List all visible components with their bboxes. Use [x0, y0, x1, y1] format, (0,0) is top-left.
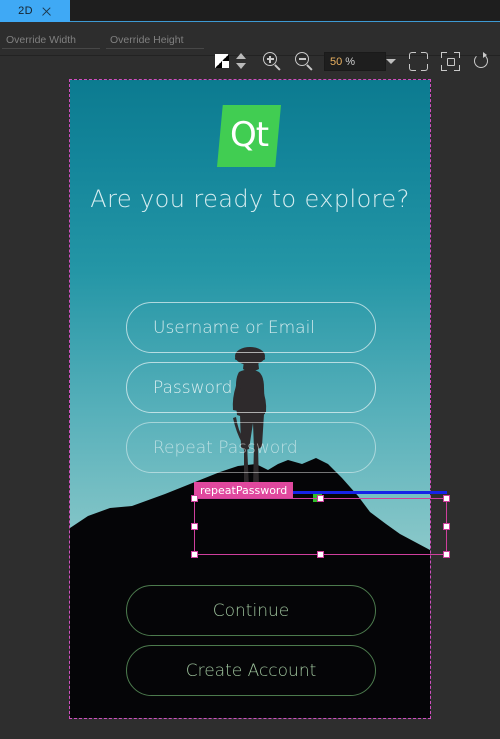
zoom-in-icon[interactable] — [263, 52, 282, 71]
qt-logo-text: Qt — [229, 114, 269, 155]
repeat-password-placeholder: Repeat Password — [153, 437, 298, 458]
chevron-down-icon[interactable] — [386, 59, 396, 64]
resize-handle-middle-right[interactable] — [443, 522, 450, 530]
up-down-arrows-icon[interactable] — [236, 53, 248, 69]
zoom-out-icon[interactable] — [295, 52, 314, 71]
reload-icon[interactable] — [472, 52, 491, 71]
resize-handle-bottom-right[interactable] — [443, 551, 450, 558]
tab-2d-label: 2D — [18, 5, 33, 17]
close-icon[interactable] — [41, 6, 52, 17]
page-title: Are you ready to explore? — [90, 185, 410, 213]
password-placeholder: Password — [153, 377, 233, 398]
continue-button[interactable]: Continue — [126, 585, 376, 636]
resize-handle-top-right[interactable] — [443, 495, 450, 502]
design-canvas-frame[interactable]: Qt Are you ready to explore? Username or… — [69, 79, 450, 719]
username-placeholder: Username or Email — [153, 317, 316, 338]
username-input[interactable]: Username or Email — [126, 302, 376, 353]
zoom-level-value: 50 — [330, 55, 343, 68]
override-height-input[interactable] — [106, 31, 204, 49]
create-account-button[interactable]: Create Account — [126, 645, 376, 696]
selection-label: repeatPassword — [194, 482, 294, 499]
anchor-handle[interactable] — [313, 494, 322, 502]
editor-tab-bar: 2D — [0, 0, 500, 22]
create-account-button-label: Create Account — [185, 660, 317, 681]
qt-logo: Qt — [217, 105, 281, 167]
zoom-level-input[interactable]: 50 % — [324, 52, 386, 71]
fit-to-view-icon[interactable] — [409, 52, 428, 71]
zoom-level-unit: % — [345, 55, 356, 68]
canvas-toolbar: 50 % — [0, 23, 500, 71]
select-outer-icon[interactable] — [441, 52, 460, 71]
tab-2d[interactable]: 2D — [0, 0, 70, 22]
repeat-password-input[interactable]: Repeat Password — [126, 422, 376, 473]
continue-button-label: Continue — [212, 600, 290, 621]
app-preview: Qt Are you ready to explore? Username or… — [70, 80, 430, 718]
password-input[interactable]: Password — [126, 362, 376, 413]
override-width-input[interactable] — [2, 31, 100, 49]
checkerboard-icon[interactable] — [215, 54, 229, 68]
